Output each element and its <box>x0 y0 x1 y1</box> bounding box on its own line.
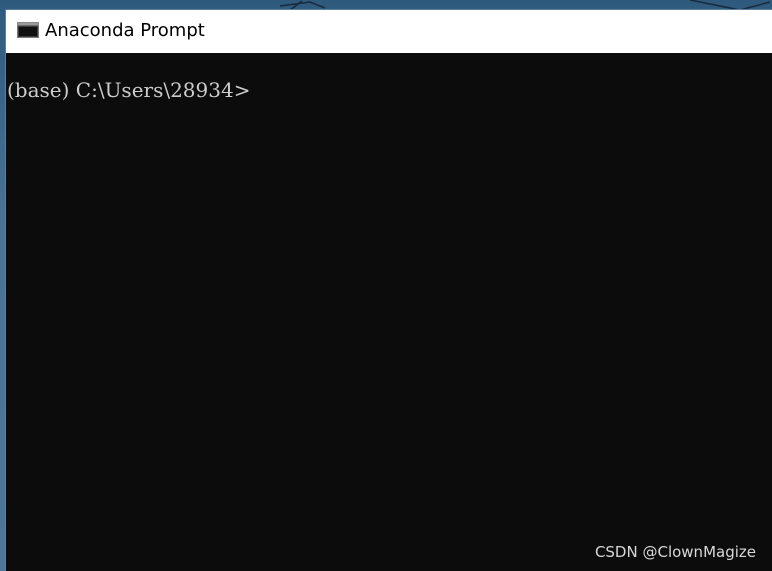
command-prompt: (base) C:\Users\28934> <box>7 78 251 102</box>
window-title: Anaconda Prompt <box>45 20 205 41</box>
terminal-icon <box>17 22 39 38</box>
watermark-text: CSDN @ClownMagize <box>594 543 756 561</box>
title-bar[interactable]: Anaconda Prompt <box>6 10 772 53</box>
terminal-window[interactable]: Anaconda Prompt (base) C:\Users\28934> C… <box>6 10 772 571</box>
console-area[interactable]: (base) C:\Users\28934> CSDN @ClownMagize <box>6 53 772 571</box>
